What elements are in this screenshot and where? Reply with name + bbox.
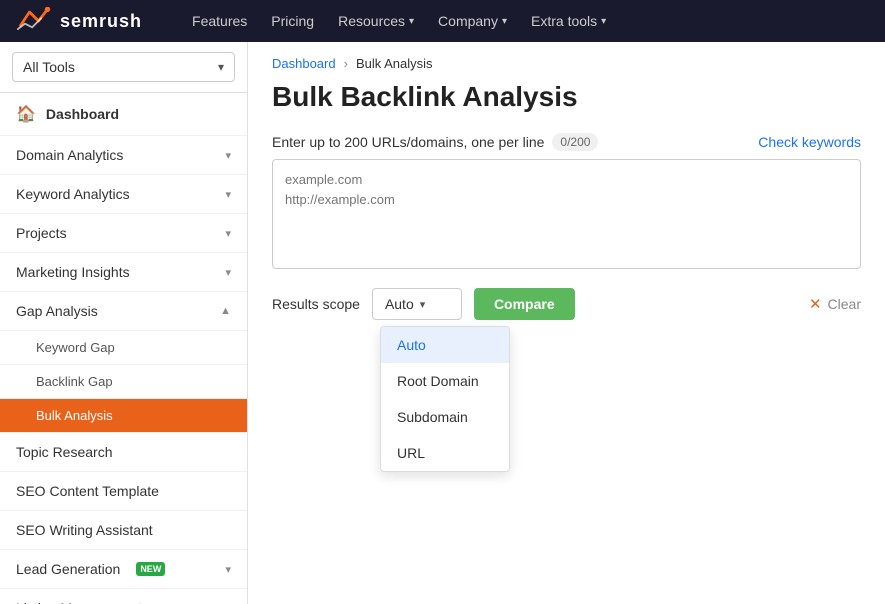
lead-generation-chevron-icon: ▾ (225, 563, 231, 576)
breadcrumb-separator: › (344, 56, 348, 71)
sidebar-item-dashboard[interactable]: 🏠 Dashboard (0, 93, 247, 136)
nav-resources[interactable]: Resources ▾ (328, 9, 424, 33)
nav-extra-tools[interactable]: Extra tools ▾ (521, 9, 616, 33)
logo-text: semrush (60, 11, 142, 32)
clear-x-icon: ✕ (809, 295, 822, 313)
nav-company[interactable]: Company ▾ (428, 9, 517, 33)
results-scope-row: Results scope Auto ▾ Compare ✕ Clear Aut… (272, 288, 861, 320)
sidebar-item-label: Domain Analytics (16, 147, 123, 163)
compare-button[interactable]: Compare (474, 288, 575, 320)
gap-analysis-chevron-icon: ▲ (220, 305, 231, 317)
input-label: Enter up to 200 URLs/domains, one per li… (272, 134, 544, 150)
sidebar-item-label: Marketing Insights (16, 264, 130, 280)
sidebar-item-label: Dashboard (46, 106, 119, 122)
main-layout: All Tools ▾ 🏠 Dashboard Domain Analytics… (0, 42, 885, 604)
keyword-analytics-chevron-icon: ▾ (225, 188, 231, 201)
content-body: Enter up to 200 URLs/domains, one per li… (248, 133, 885, 320)
sidebar-item-label: SEO Content Template (16, 483, 159, 499)
all-tools-chevron-icon: ▾ (218, 60, 224, 74)
sidebar-item-label: Lead Generation (16, 561, 120, 577)
nav-pricing[interactable]: Pricing (261, 9, 324, 33)
scope-option-subdomain[interactable]: Subdomain (381, 399, 509, 435)
breadcrumb-dashboard-link[interactable]: Dashboard (272, 56, 336, 71)
breadcrumb: Dashboard › Bulk Analysis (248, 42, 885, 77)
extra-tools-chevron-icon: ▾ (601, 16, 606, 27)
sidebar-item-keyword-analytics[interactable]: Keyword Analytics ▾ (0, 175, 247, 214)
sidebar-item-marketing-insights[interactable]: Marketing Insights ▾ (0, 253, 247, 292)
sidebar-subitem-bulk-analysis[interactable]: Bulk Analysis (0, 399, 247, 433)
sidebar-item-label: Listing Management (16, 600, 142, 604)
scope-dropdown-chevron-icon: ▾ (420, 298, 426, 311)
sidebar-item-lead-generation[interactable]: Lead Generation NEW ▾ (0, 550, 247, 589)
dashboard-icon: 🏠 (16, 104, 36, 124)
sidebar-subitem-backlink-gap[interactable]: Backlink Gap (0, 365, 247, 399)
sidebar-subitem-keyword-gap[interactable]: Keyword Gap (0, 331, 247, 365)
resources-chevron-icon: ▾ (409, 16, 414, 27)
sidebar-item-topic-research[interactable]: Topic Research (0, 433, 247, 472)
sidebar-item-label: Projects (16, 225, 67, 241)
nav-features[interactable]: Features (182, 9, 257, 33)
new-badge: NEW (136, 562, 165, 576)
sidebar-item-seo-content-template[interactable]: SEO Content Template (0, 472, 247, 511)
sidebar-item-label: Topic Research (16, 444, 113, 460)
tools-select-wrapper: All Tools ▾ (0, 42, 247, 93)
sidebar-item-label: Keyword Analytics (16, 186, 130, 202)
marketing-insights-chevron-icon: ▾ (225, 266, 231, 279)
nav-items: Features Pricing Resources ▾ Company ▾ E… (182, 9, 616, 33)
check-keywords-link[interactable]: Check keywords (758, 134, 861, 150)
domain-analytics-chevron-icon: ▾ (225, 149, 231, 162)
top-nav: semrush Features Pricing Resources ▾ Com… (0, 0, 885, 42)
scope-option-auto[interactable]: Auto (381, 327, 509, 363)
main-content: Dashboard › Bulk Analysis Bulk Backlink … (248, 42, 885, 604)
url-textarea[interactable] (272, 159, 861, 269)
sidebar-item-domain-analytics[interactable]: Domain Analytics ▾ (0, 136, 247, 175)
scope-options-dropdown: Auto Root Domain Subdomain URL (380, 326, 510, 472)
scope-value: Auto (385, 296, 414, 312)
semrush-logo-icon (16, 7, 52, 35)
breadcrumb-current: Bulk Analysis (356, 56, 433, 71)
sidebar-item-projects[interactable]: Projects ▾ (0, 214, 247, 253)
results-scope-label: Results scope (272, 296, 360, 312)
page-title: Bulk Backlink Analysis (248, 77, 885, 133)
all-tools-label: All Tools (23, 59, 75, 75)
sidebar: All Tools ▾ 🏠 Dashboard Domain Analytics… (0, 42, 248, 604)
all-tools-dropdown[interactable]: All Tools ▾ (12, 52, 235, 82)
sidebar-item-listing-management[interactable]: Listing Management (0, 589, 247, 604)
scope-option-root-domain[interactable]: Root Domain (381, 363, 509, 399)
scope-option-url[interactable]: URL (381, 435, 509, 471)
company-chevron-icon: ▾ (502, 16, 507, 27)
sidebar-item-label: Gap Analysis (16, 303, 98, 319)
logo[interactable]: semrush (16, 7, 142, 35)
input-label-row: Enter up to 200 URLs/domains, one per li… (272, 133, 861, 151)
url-counter: 0/200 (552, 133, 598, 151)
sidebar-item-label: SEO Writing Assistant (16, 522, 153, 538)
projects-chevron-icon: ▾ (225, 227, 231, 240)
sidebar-item-seo-writing-assistant[interactable]: SEO Writing Assistant (0, 511, 247, 550)
scope-dropdown[interactable]: Auto ▾ (372, 288, 462, 320)
sidebar-item-gap-analysis[interactable]: Gap Analysis ▲ (0, 292, 247, 331)
clear-button[interactable]: ✕ Clear (809, 295, 861, 313)
